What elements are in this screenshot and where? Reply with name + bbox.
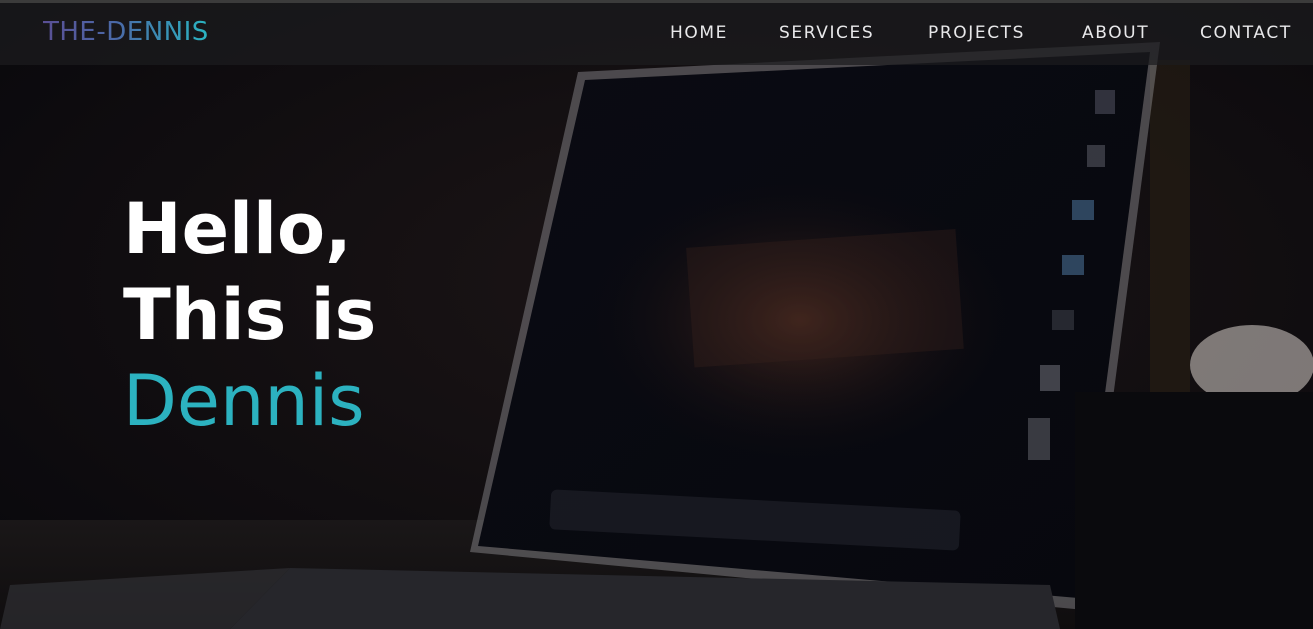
navbar: THE-DENNIS HOME SERVICES PROJECTS ABOUT …	[0, 3, 1313, 65]
nav-link-projects[interactable]: PROJECTS	[928, 23, 1025, 43]
hero-line-hello: Hello,	[123, 188, 352, 270]
hero-greeting: Hello, This is Dennis	[123, 186, 376, 444]
nav-link-contact[interactable]: CONTACT	[1200, 23, 1292, 43]
hero-name: Dennis	[123, 360, 365, 442]
nav-link-about[interactable]: ABOUT	[1082, 23, 1149, 43]
hero-line-this-is: This is	[123, 274, 377, 356]
main-nav: HOME SERVICES PROJECTS ABOUT CONTACT	[0, 23, 1313, 47]
nav-link-services[interactable]: SERVICES	[779, 23, 874, 43]
nav-link-home[interactable]: HOME	[670, 23, 728, 43]
